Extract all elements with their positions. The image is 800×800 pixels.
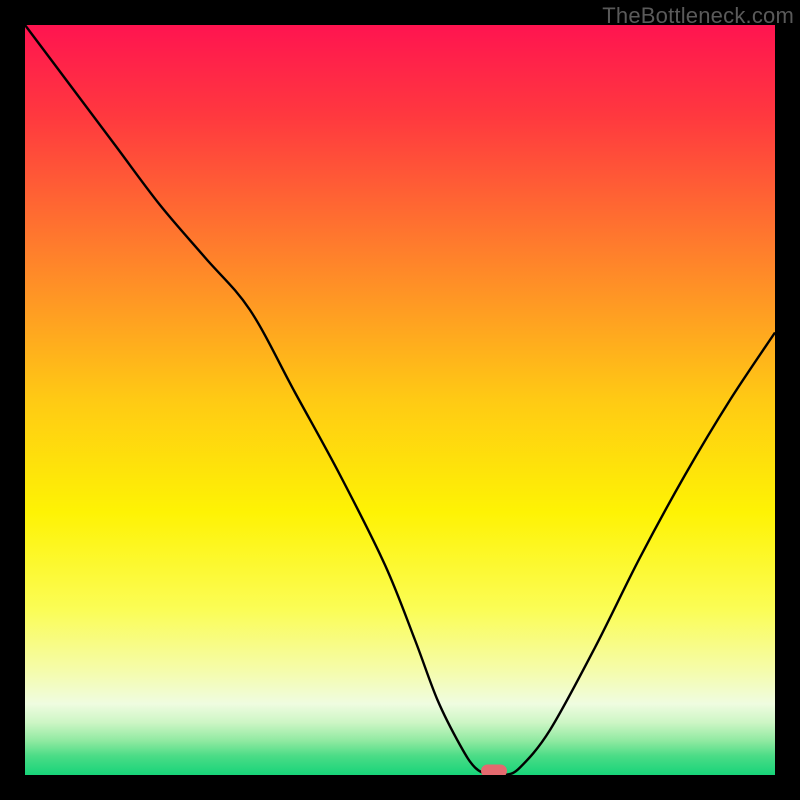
optimal-marker bbox=[481, 765, 507, 776]
plot-area bbox=[25, 25, 775, 775]
curve-layer bbox=[25, 25, 775, 775]
bottleneck-curve bbox=[25, 25, 775, 775]
chart-frame: TheBottleneck.com bbox=[0, 0, 800, 800]
